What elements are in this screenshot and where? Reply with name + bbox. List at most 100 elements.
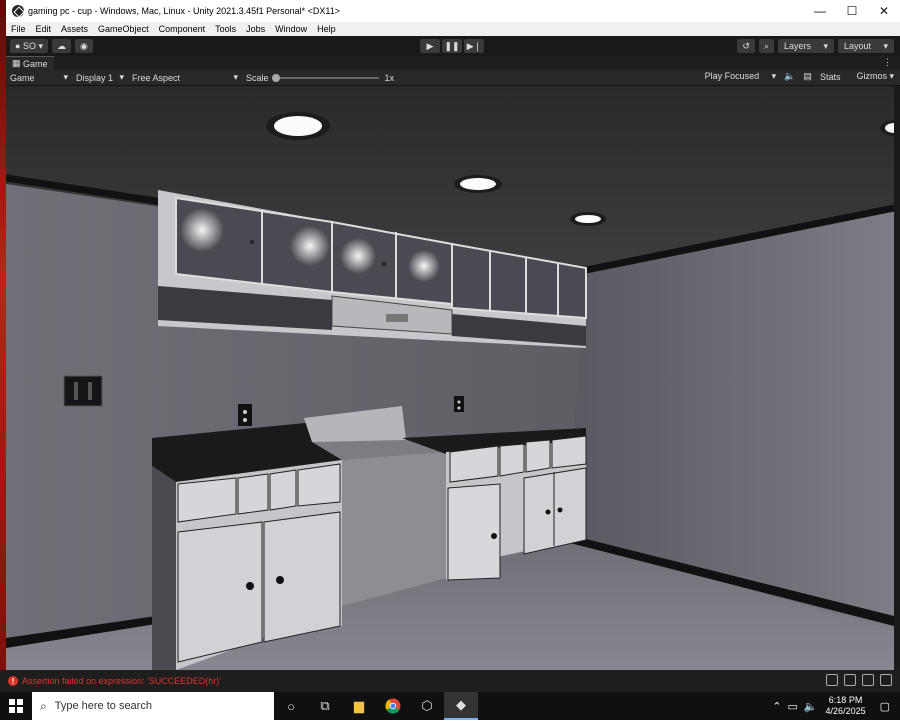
toolbar-right: ↺ ⌕ Layers ▾ Layout ▾ [733, 39, 894, 53]
main-toolbar: ● SO ▾ ☁ ◉ ▶ ❚❚ ▶❘ ↺ ⌕ Layers ▾ Layout ▾ [6, 36, 900, 56]
window-titlebar: gaming pc - cup - Windows, Mac, Linux - … [6, 0, 900, 22]
pause-icon: ❚❚ [444, 40, 460, 51]
aspect-dropdown[interactable]: Free Aspect ▾ [128, 71, 242, 85]
maximize-button[interactable]: ☐ [836, 4, 868, 18]
system-tray: ⌃ ▭ 🔈 6:18 PM 4/26/2025 ▢ [766, 692, 900, 720]
window-title: gaming pc - cup - Windows, Mac, Linux - … [28, 6, 340, 16]
audio-mute-icon[interactable]: 🔈 [784, 71, 795, 82]
bug-icon[interactable] [862, 674, 874, 686]
scale-control: Scale 1x [246, 73, 394, 83]
console-status-bar[interactable]: ! Assertion failed on expression: 'SUCCE… [0, 670, 900, 692]
windows-taskbar: ⌕ Type here to search ○ ⧉ ▆ ⬡ ◆ ⌃ ▭ 🔈 6:… [0, 692, 900, 720]
menu-help[interactable]: Help [312, 24, 341, 34]
scale-slider[interactable] [271, 73, 379, 82]
chevron-down-icon: ▾ [63, 72, 68, 82]
cortana-icon[interactable]: ○ [274, 692, 308, 720]
menu-window[interactable]: Window [270, 24, 312, 34]
clock-time: 6:18 PM [828, 695, 863, 705]
account-dropdown[interactable]: ● SO ▾ [10, 39, 48, 53]
collab-icon: ◉ [79, 40, 88, 51]
unity-editor-icon[interactable]: ◆ [444, 692, 478, 720]
stats-button[interactable]: Stats [820, 72, 841, 82]
unity-app-icon [12, 5, 24, 17]
game-tab-icon: ▦ [12, 58, 24, 68]
play-icon: ▶ [426, 40, 434, 51]
stats-grid-icon[interactable]: ▤ [803, 71, 812, 82]
account-icon: ● [15, 41, 23, 51]
pause-button[interactable]: ❚❚ [442, 39, 462, 53]
play-mode-dropdown[interactable]: Play Focused ▾ [697, 71, 777, 82]
step-button[interactable]: ▶❘ [464, 39, 484, 53]
display-dropdown[interactable]: Display 1 ▾ [72, 71, 128, 85]
unity-hub-icon[interactable]: ⬡ [410, 692, 444, 720]
scale-slider-knob[interactable] [271, 73, 280, 82]
menu-tools[interactable]: Tools [210, 24, 241, 34]
scale-value: 1x [384, 72, 395, 83]
menu-gameobject[interactable]: GameObject [93, 24, 154, 34]
editor-right-edge [894, 86, 900, 670]
minimize-button[interactable]: — [804, 4, 836, 18]
chevron-down-icon: ▾ [883, 40, 888, 51]
play-button[interactable]: ▶ [420, 39, 440, 53]
game-view-right-controls: Play Focused ▾ 🔈 ▤ Stats Gizmos ▾ [689, 71, 894, 82]
account-label: SO [22, 41, 36, 51]
search-icon: ⌕ [40, 698, 47, 713]
layout-dropdown[interactable]: Layout ▾ [838, 39, 894, 53]
package-icon[interactable] [844, 674, 856, 686]
tab-game-label: Game [23, 58, 48, 69]
check-icon[interactable] [880, 674, 892, 686]
taskbar-search-box[interactable]: ⌕ Type here to search [32, 692, 274, 720]
status-bar-icons [820, 674, 892, 686]
layout-label: Layout [844, 41, 872, 51]
chrome-icon[interactable] [376, 692, 410, 720]
layers-dropdown[interactable]: Layers ▾ [778, 39, 834, 53]
windows-logo-icon [9, 699, 23, 713]
chevron-down-icon: ▾ [119, 72, 124, 82]
tab-game[interactable]: ▦ Game [6, 56, 54, 70]
game-view-toolbar: Game ▾ Display 1 ▾ Free Aspect ▾ Scale 1… [6, 70, 900, 86]
game-mode-dropdown[interactable]: Game ▾ [6, 71, 72, 85]
menu-edit[interactable]: Edit [31, 24, 57, 34]
chrome-logo [385, 698, 401, 714]
scale-label: Scale [246, 72, 269, 83]
gizmos-label: Gizmos [856, 71, 887, 81]
menu-file[interactable]: File [6, 24, 31, 34]
taskbar-clock[interactable]: 6:18 PM 4/26/2025 [826, 695, 866, 717]
menu-bar: File Edit Assets GameObject Component To… [6, 22, 900, 36]
start-button[interactable] [0, 692, 32, 720]
search-placeholder: Type here to search [54, 700, 152, 712]
layers-label: Layers [784, 41, 812, 51]
task-view-icon[interactable]: ⧉ [308, 692, 342, 720]
step-icon: ▶❘ [466, 40, 482, 51]
cloud-button[interactable]: ☁ [51, 39, 71, 53]
gizmos-dropdown[interactable]: Gizmos ▾ [848, 71, 894, 82]
close-button[interactable]: ✕ [868, 4, 900, 18]
game-mode-label: Game [10, 72, 35, 83]
search-button[interactable]: ⌕ [758, 39, 774, 53]
file-explorer-icon[interactable]: ▆ [342, 692, 376, 720]
chevron-down-icon: ▾ [823, 40, 828, 51]
chevron-down-icon: ▾ [35, 40, 43, 51]
menu-jobs[interactable]: Jobs [241, 24, 270, 34]
chevron-down-icon: ▾ [233, 72, 238, 82]
notification-icon[interactable]: ▢ [880, 700, 890, 713]
cloud-icon: ☁ [56, 40, 66, 51]
chevron-up-icon[interactable]: ⌃ [772, 700, 781, 713]
volume-icon[interactable]: 🔈 [804, 700, 818, 713]
debug-icon[interactable] [826, 674, 838, 686]
history-icon: ↺ [742, 40, 750, 51]
network-icon[interactable]: ▭ [787, 700, 797, 713]
display-label: Display 1 [76, 72, 114, 83]
menu-component[interactable]: Component [154, 24, 211, 34]
tab-strip: ▦ Game ⋮ [6, 56, 900, 70]
game-view-viewport[interactable] [6, 86, 894, 670]
history-button[interactable]: ↺ [737, 39, 755, 53]
collab-button[interactable]: ◉ [74, 39, 93, 53]
error-icon: ! [8, 676, 18, 686]
more-options-icon[interactable]: ⋮ [883, 57, 892, 68]
play-mode-label: Play Focused [704, 71, 760, 81]
menu-assets[interactable]: Assets [56, 24, 93, 34]
console-error-message[interactable]: Assertion failed on expression: 'SUCCEED… [22, 676, 221, 686]
kitchen-scene-render [6, 86, 894, 670]
search-icon: ⌕ [763, 40, 769, 51]
